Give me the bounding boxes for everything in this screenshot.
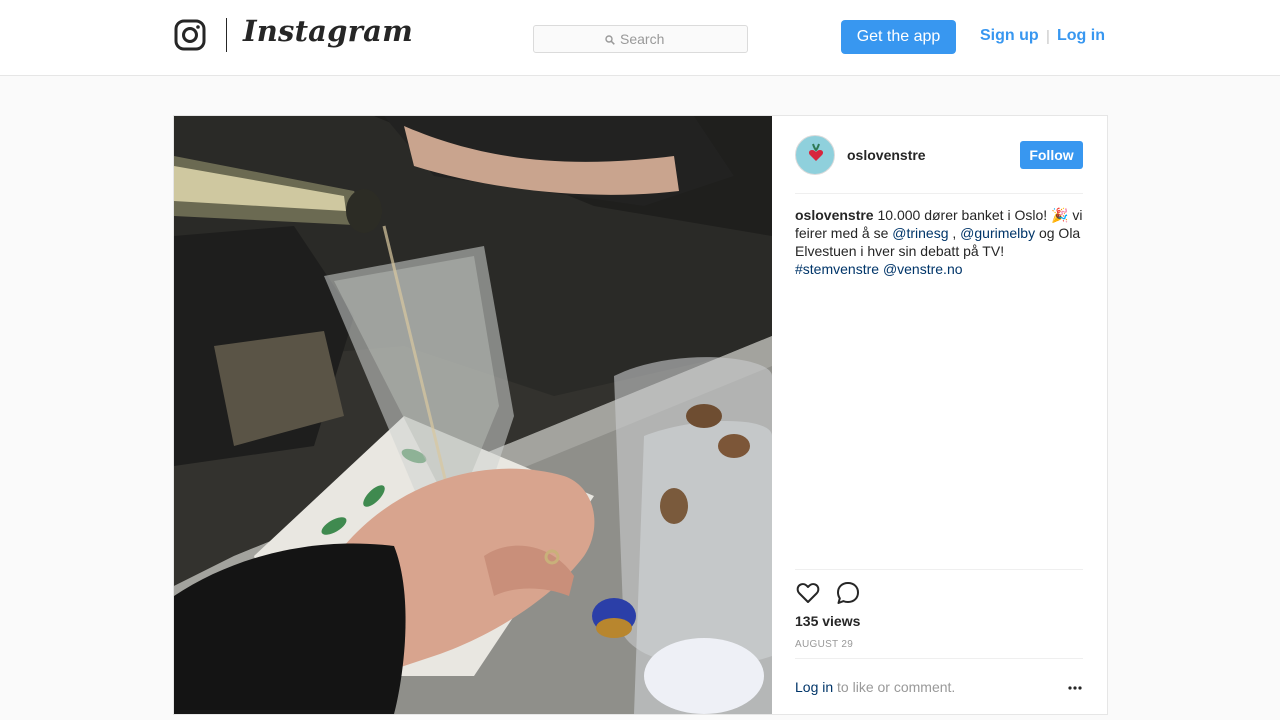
post-username[interactable]: oslovenstre: [847, 147, 926, 163]
follow-button[interactable]: Follow: [1020, 141, 1083, 169]
top-nav: Instagram Get the app Sign up | Log in: [0, 0, 1280, 76]
post-photo-illustration: [174, 116, 772, 714]
post-actions: [795, 580, 1083, 606]
sign-up-link[interactable]: Sign up: [980, 27, 1039, 45]
post-side-panel: oslovenstre Follow oslovenstre 10.000 dø…: [772, 116, 1107, 714]
caption-text: ,: [948, 225, 961, 241]
footer-divider: [795, 658, 1083, 659]
nav-separator: |: [1046, 28, 1050, 45]
heart-icon[interactable]: [795, 580, 821, 606]
login-prompt-text: to like or comment.: [833, 679, 956, 695]
log-in-link[interactable]: Log in: [1057, 27, 1105, 45]
caption-username[interactable]: oslovenstre: [795, 207, 874, 223]
search-input[interactable]: [620, 30, 740, 48]
post-photo[interactable]: [174, 116, 772, 714]
hashtag-stemvenstre[interactable]: #stemvenstre: [795, 261, 879, 277]
post-caption: oslovenstre 10.000 dører banket i Oslo! …: [795, 206, 1085, 278]
instagram-wordmark[interactable]: Instagram: [243, 14, 413, 48]
actions-divider: [795, 569, 1083, 570]
log-in-to-comment-link[interactable]: Log in: [795, 679, 833, 695]
login-prompt: Log in to like or comment.: [795, 679, 955, 695]
more-options-icon[interactable]: [1068, 686, 1082, 690]
mention-gurimelby[interactable]: @gurimelby: [960, 225, 1035, 241]
get-the-app-button[interactable]: Get the app: [841, 20, 956, 54]
view-count[interactable]: 135 views: [795, 613, 860, 629]
search-icon: [605, 35, 615, 45]
post-date[interactable]: AUGUST 29: [795, 639, 853, 650]
search-box[interactable]: [533, 25, 748, 53]
avatar[interactable]: [795, 135, 835, 175]
logo-divider: [226, 18, 227, 52]
mention-venstre-no[interactable]: @venstre.no: [883, 261, 963, 277]
instagram-glyph-icon[interactable]: [174, 19, 206, 51]
mention-trinesg[interactable]: @trinesg: [892, 225, 948, 241]
comment-icon[interactable]: [835, 580, 861, 606]
avatar-logo-icon: [808, 143, 824, 161]
header-divider: [795, 193, 1083, 194]
